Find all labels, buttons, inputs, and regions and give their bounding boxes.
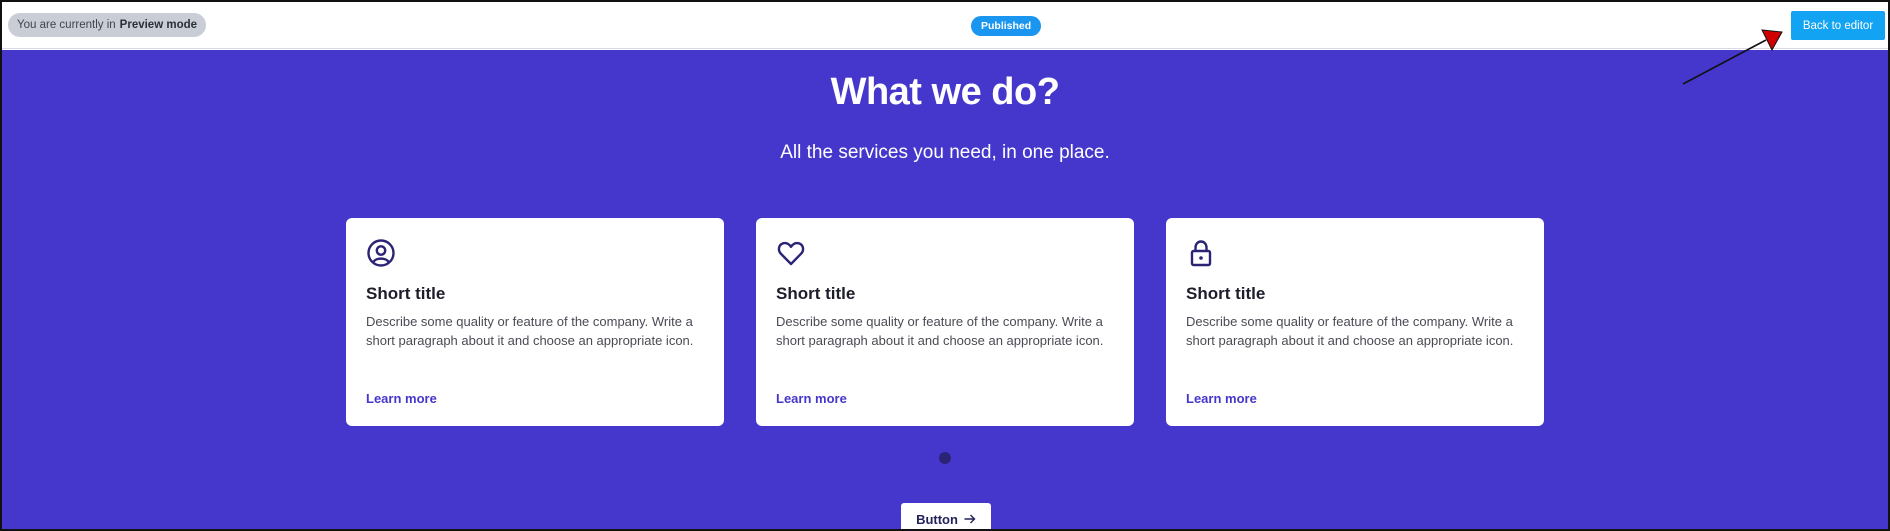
card-description: Describe some quality or feature of the … xyxy=(1186,314,1514,348)
card-title: Short title xyxy=(1186,284,1266,303)
learn-more-link[interactable]: Learn more xyxy=(776,391,847,406)
section-subtitle: All the services you need, in one place. xyxy=(780,142,1110,163)
section-title: What we do? xyxy=(830,71,1060,113)
preview-mode-label: Preview mode xyxy=(119,19,198,31)
user-circle-icon xyxy=(367,239,395,267)
back-to-editor-button[interactable]: Back to editor xyxy=(1791,11,1885,40)
heart-icon xyxy=(777,241,805,266)
carousel-dot[interactable] xyxy=(939,452,951,464)
services-section: What we do? All the services you need, i… xyxy=(2,50,1888,529)
app-window: You are currently in Preview mode Publis… xyxy=(0,0,1890,531)
learn-more-link[interactable]: Learn more xyxy=(366,391,437,406)
service-card: Short title Describe some quality or fea… xyxy=(756,218,1134,426)
arrow-right-icon xyxy=(964,514,976,524)
preview-prefix-text: You are currently in xyxy=(17,19,116,31)
preview-topbar: You are currently in Preview mode Publis… xyxy=(2,2,1888,49)
preview-mode-indicator: You are currently in Preview mode xyxy=(8,13,207,37)
card-description: Describe some quality or feature of the … xyxy=(366,314,694,348)
card-title: Short title xyxy=(776,284,856,303)
cta-button-label: Button xyxy=(916,511,958,527)
service-card: Short title Describe some quality or fea… xyxy=(346,218,724,426)
service-card: Short title Describe some quality or fea… xyxy=(1166,218,1544,426)
lock-icon xyxy=(1190,240,1212,267)
status-badge: Published xyxy=(971,16,1042,36)
learn-more-link[interactable]: Learn more xyxy=(1186,391,1257,406)
card-title: Short title xyxy=(366,284,446,303)
cta-button[interactable]: Button xyxy=(901,503,991,529)
card-description: Describe some quality or feature of the … xyxy=(776,314,1104,348)
